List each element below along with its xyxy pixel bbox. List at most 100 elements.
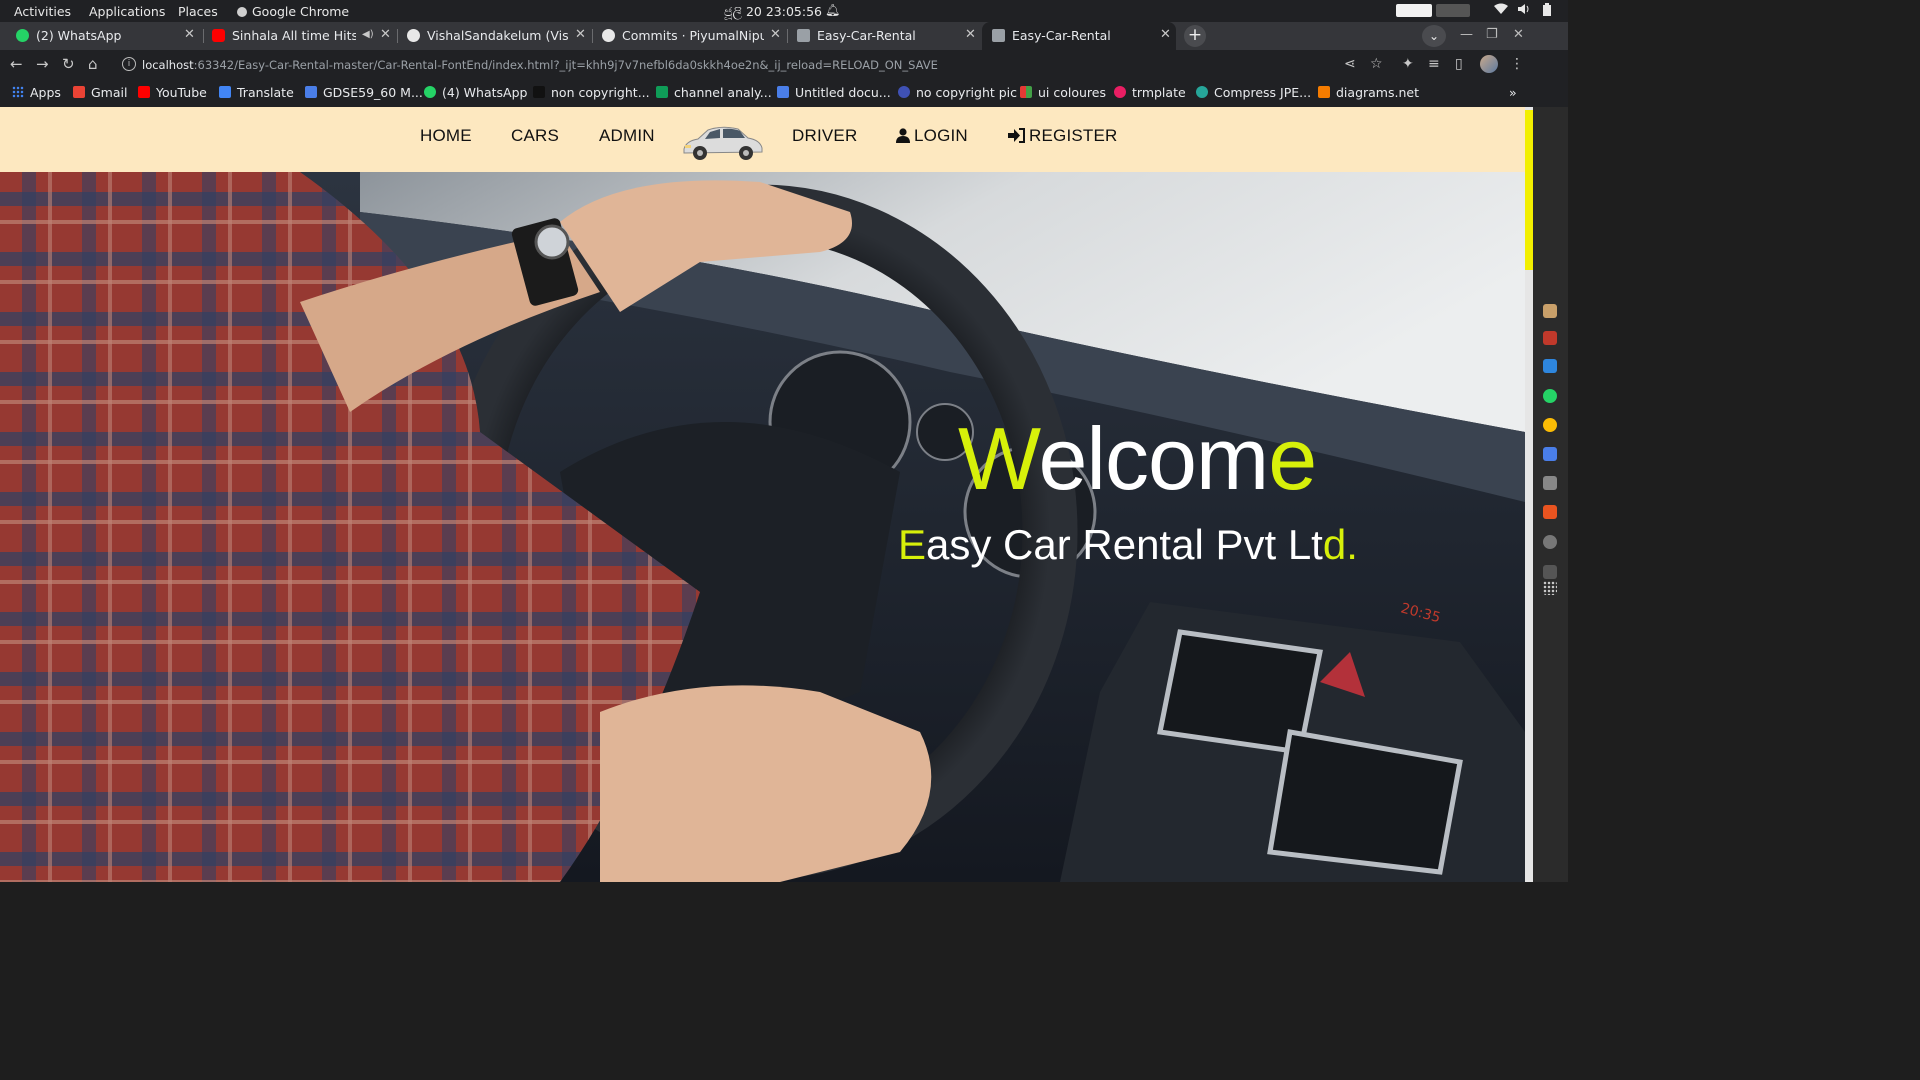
close-tab-icon[interactable]: ✕ <box>1160 27 1171 42</box>
close-tab-icon[interactable]: ✕ <box>965 27 976 42</box>
maximize-icon[interactable]: ❐ <box>1486 27 1498 42</box>
chrome-icon[interactable] <box>1543 418 1557 432</box>
bookmark-gdse[interactable]: GDSE59_60 M... <box>305 85 423 100</box>
applications-menu[interactable]: Applications <box>89 4 165 19</box>
speaker-icon[interactable]: ◀) <box>362 29 374 40</box>
bookmark-label: diagrams.net <box>1336 85 1419 100</box>
bookmark-whatsapp[interactable]: (4) WhatsApp <box>424 85 527 100</box>
nav-cars[interactable]: CARS <box>511 126 559 146</box>
tab-youtube-music[interactable]: Sinhala All time Hits M ◀) ✕ <box>202 22 396 50</box>
nav-driver[interactable]: DRIVER <box>792 126 857 146</box>
tab-easy-car-rental[interactable]: Easy-Car-Rental ✕ <box>787 22 981 50</box>
vscode-icon[interactable] <box>1543 359 1557 373</box>
notification-bell-icon[interactable]: 🔔︎ <box>825 3 840 17</box>
trash-icon[interactable] <box>1543 565 1557 579</box>
url-text[interactable]: localhost:63342/Easy-Car-Rental-master/C… <box>142 58 938 72</box>
minimize-icon[interactable]: — <box>1460 27 1473 42</box>
page-viewport: HOME CARS ADMIN DRIVER LOGIN REGISTER 20… <box>0 107 1525 882</box>
extensions-icon[interactable]: ✦ <box>1402 56 1414 72</box>
close-tab-icon[interactable]: ✕ <box>184 27 195 42</box>
media-controls-icon[interactable]: ≡ <box>1428 56 1440 72</box>
bookmark-youtube[interactable]: YouTube <box>138 85 207 100</box>
bookmark-diagrams[interactable]: diagrams.net <box>1318 85 1419 100</box>
hero-welcome-heading: Welcome <box>958 415 1317 503</box>
tab-github-vishal[interactable]: VishalSandakelum (Vishal ✕ <box>397 22 591 50</box>
tab-search-button[interactable]: ⌄ <box>1422 25 1446 47</box>
url-host: localhost <box>142 58 194 72</box>
close-window-icon[interactable]: ✕ <box>1513 27 1524 42</box>
forward-icon[interactable]: → <box>36 55 49 73</box>
hero-section: 20:35 Welcome Easy Car Rental Pvt Ltd. <box>0 172 1525 882</box>
volume-icon[interactable] <box>1517 3 1531 17</box>
workspace-indicator[interactable] <box>1436 4 1470 17</box>
profile-avatar[interactable] <box>1480 55 1498 73</box>
bookmark-translate[interactable]: Translate <box>219 85 294 100</box>
whatsapp-icon <box>16 29 29 42</box>
share-icon[interactable]: ⋖ <box>1344 56 1356 72</box>
battery-icon[interactable] <box>1542 3 1556 17</box>
palette-icon <box>1020 86 1032 98</box>
settings-icon[interactable] <box>1543 535 1557 549</box>
tab-title: VishalSandakelum (Vishal <box>427 28 569 43</box>
wifi-icon[interactable] <box>1494 3 1508 17</box>
nav-home[interactable]: HOME <box>420 126 472 146</box>
tab-whatsapp[interactable]: (2) WhatsApp ✕ <box>6 22 200 50</box>
bookmark-ui-colours[interactable]: ui coloures <box>1020 85 1106 100</box>
tab-github-commits[interactable]: Commits · PiyumalNipuna ✕ <box>592 22 786 50</box>
bookmark-no-copyright-pic[interactable]: no copyright pic <box>898 85 1017 100</box>
gmail-icon <box>73 86 85 98</box>
bookmark-non-copyright[interactable]: non copyright... <box>533 85 650 100</box>
site-info-icon[interactable]: i <box>122 57 136 71</box>
show-apps-grid-icon[interactable] <box>1543 581 1557 595</box>
bookmarks-bar: Apps Gmail YouTube Translate GDSE59_60 M… <box>0 80 1568 107</box>
nav-register[interactable]: REGISTER <box>1008 126 1118 146</box>
bookmark-gmail[interactable]: Gmail <box>73 85 127 100</box>
bookmark-label: Untitled docu... <box>795 85 891 100</box>
nav-login[interactable]: LOGIN <box>896 126 968 146</box>
car-logo[interactable] <box>680 119 764 167</box>
activities-menu[interactable]: Activities <box>14 4 71 19</box>
reload-icon[interactable]: ↻ <box>62 55 75 73</box>
nav-admin[interactable]: ADMIN <box>599 126 655 146</box>
clock[interactable]: ජූලි 20 23:05:56 <box>724 4 822 20</box>
side-panel-icon[interactable]: ▯ <box>1455 56 1463 72</box>
tab-easy-car-rental-active[interactable]: Easy-Car-Rental ✕ <box>982 22 1176 50</box>
dock-app-icon[interactable] <box>1543 304 1557 318</box>
back-icon[interactable]: ← <box>10 55 23 73</box>
new-tab-button[interactable]: + <box>1184 25 1206 47</box>
address-bar[interactable]: i localhost:63342/Easy-Car-Rental-master… <box>112 53 1402 77</box>
software-center-icon[interactable] <box>1543 505 1557 519</box>
bookmark-star-icon[interactable]: ☆ <box>1370 56 1383 72</box>
whatsapp-icon[interactable] <box>1543 389 1557 403</box>
user-icon <box>896 128 910 143</box>
bookmark-label: Gmail <box>91 85 128 100</box>
bookmark-apps[interactable]: Apps <box>12 85 61 100</box>
workspace-indicator-active[interactable] <box>1396 4 1432 17</box>
home-icon[interactable]: ⌂ <box>88 55 98 73</box>
bookmark-untitled-doc[interactable]: Untitled docu... <box>777 85 891 100</box>
dock-app-icon[interactable] <box>1543 331 1557 345</box>
close-tab-icon[interactable]: ✕ <box>770 27 781 42</box>
side-dock <box>1533 107 1568 882</box>
translate-icon <box>219 86 231 98</box>
apps-grid-icon <box>12 86 24 98</box>
bookmark-label: (4) WhatsApp <box>442 85 528 100</box>
places-menu[interactable]: Places <box>178 4 218 19</box>
close-tab-icon[interactable]: ✕ <box>575 27 586 42</box>
tab-title: Commits · PiyumalNipuna <box>622 28 764 43</box>
bookmark-compress-jpeg[interactable]: Compress JPE... <box>1196 85 1311 100</box>
bookmarks-overflow-icon[interactable]: » <box>1509 85 1517 100</box>
page-scrollbar-thumb[interactable] <box>1525 110 1533 270</box>
active-app-menu[interactable]: Google Chrome <box>237 4 349 19</box>
bookmark-channel-analytics[interactable]: channel analy... <box>656 85 772 100</box>
docs-icon[interactable] <box>1543 447 1557 461</box>
more-menu-icon[interactable]: ⋮ <box>1510 56 1524 72</box>
files-icon[interactable] <box>1543 476 1557 490</box>
docs-icon <box>777 86 789 98</box>
close-tab-icon[interactable]: ✕ <box>380 27 391 42</box>
car-favicon-icon <box>992 29 1005 42</box>
bookmark-trmplate[interactable]: trmplate <box>1114 85 1186 100</box>
hero-company-name: Easy Car Rental Pvt Ltd. <box>898 524 1358 566</box>
music-icon <box>533 86 545 98</box>
tab-title: (2) WhatsApp <box>36 28 122 43</box>
